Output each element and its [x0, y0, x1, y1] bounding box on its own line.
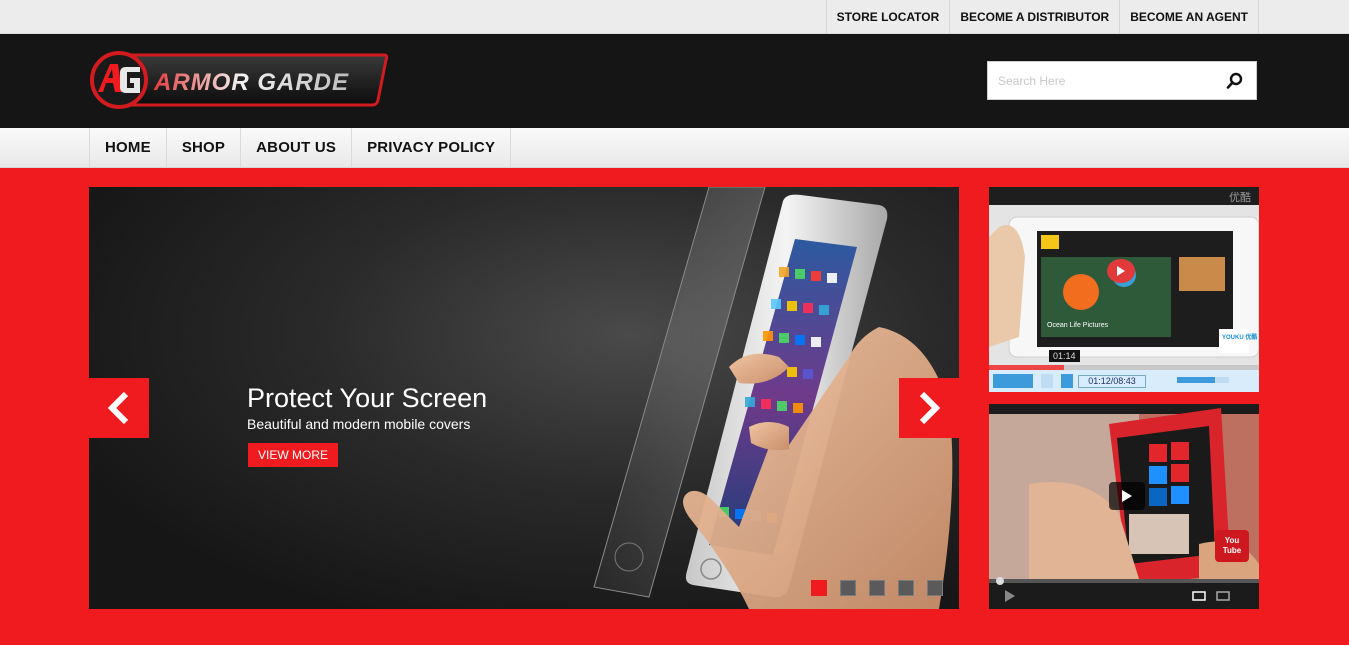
- nav-item-home[interactable]: HOME: [90, 128, 167, 168]
- store-locator-link[interactable]: STORE LOCATOR: [825, 0, 950, 34]
- nav-item-about-us[interactable]: ABOUT US: [241, 128, 353, 168]
- slide-dot[interactable]: [927, 580, 943, 596]
- slide-dot[interactable]: [840, 580, 856, 596]
- play-icon[interactable]: [1109, 482, 1145, 510]
- play-icon[interactable]: [1107, 259, 1135, 283]
- slider-pagination: [811, 580, 943, 596]
- slide-subtitle: Beautiful and modern mobile covers: [247, 416, 471, 432]
- next-slide-button[interactable]: [899, 378, 959, 438]
- chevron-left-icon: [107, 391, 129, 425]
- become-agent-link[interactable]: BECOME AN AGENT: [1119, 0, 1259, 34]
- slide-dot[interactable]: [869, 580, 885, 596]
- phone-image: [593, 187, 953, 609]
- youtube-logo-top: You: [1224, 536, 1240, 545]
- video-player-youku[interactable]: Ocean Life Pictures YOUKU 优酷 优酷 01:14 01…: [989, 187, 1259, 392]
- become-distributor-link[interactable]: BECOME A DISTRIBUTOR: [949, 0, 1119, 34]
- slide-dot[interactable]: [811, 580, 827, 596]
- site-header: ARMOR GARDE: [0, 34, 1349, 128]
- youku-brand: YOUKU 优酷: [1222, 333, 1257, 341]
- video1-timecode: 01:12/08:43: [1078, 375, 1146, 388]
- chevron-right-icon: [919, 391, 941, 425]
- video1-screen-title: Ocean Life Pictures: [1047, 322, 1109, 329]
- video-thumbnail: Ocean Life Pictures YOUKU 优酷: [989, 187, 1259, 392]
- prev-slide-button[interactable]: [89, 378, 149, 438]
- video1-time-tooltip: 01:14: [1049, 350, 1080, 362]
- slide-title: Protect Your Screen: [247, 383, 488, 413]
- logo-text: ARMOR GARDE: [153, 69, 349, 96]
- top-links: STORE LOCATOR BECOME A DISTRIBUTOR BECOM…: [825, 0, 1259, 34]
- hero-section: Protect Your Screen Beautiful and modern…: [0, 168, 1349, 645]
- slide-caption: Protect Your Screen Beautiful and modern…: [247, 383, 487, 467]
- nav-item-shop[interactable]: SHOP: [167, 128, 242, 168]
- main-nav: HOME SHOP ABOUT US PRIVACY POLICY: [0, 128, 1349, 168]
- youtube-logo-bottom: Tube: [1222, 546, 1242, 555]
- hero-slider: Protect Your Screen Beautiful and modern…: [89, 187, 959, 609]
- view-more-button[interactable]: VIEW MORE: [248, 443, 339, 467]
- top-bar: STORE LOCATOR BECOME A DISTRIBUTOR BECOM…: [0, 0, 1349, 34]
- site-logo[interactable]: ARMOR GARDE: [88, 50, 390, 110]
- search-icon[interactable]: [1226, 72, 1244, 90]
- video-player-youtube[interactable]: You Tube: [989, 404, 1259, 609]
- search-input[interactable]: [988, 62, 1218, 99]
- nav-item-privacy-policy[interactable]: PRIVACY POLICY: [352, 128, 512, 168]
- slide-dot[interactable]: [898, 580, 914, 596]
- video1-corner-text: 优酷: [1229, 192, 1251, 204]
- search-box: [987, 61, 1257, 100]
- nav-list: HOME SHOP ABOUT US PRIVACY POLICY: [89, 128, 512, 168]
- youtube-logo: You Tube: [1219, 536, 1245, 556]
